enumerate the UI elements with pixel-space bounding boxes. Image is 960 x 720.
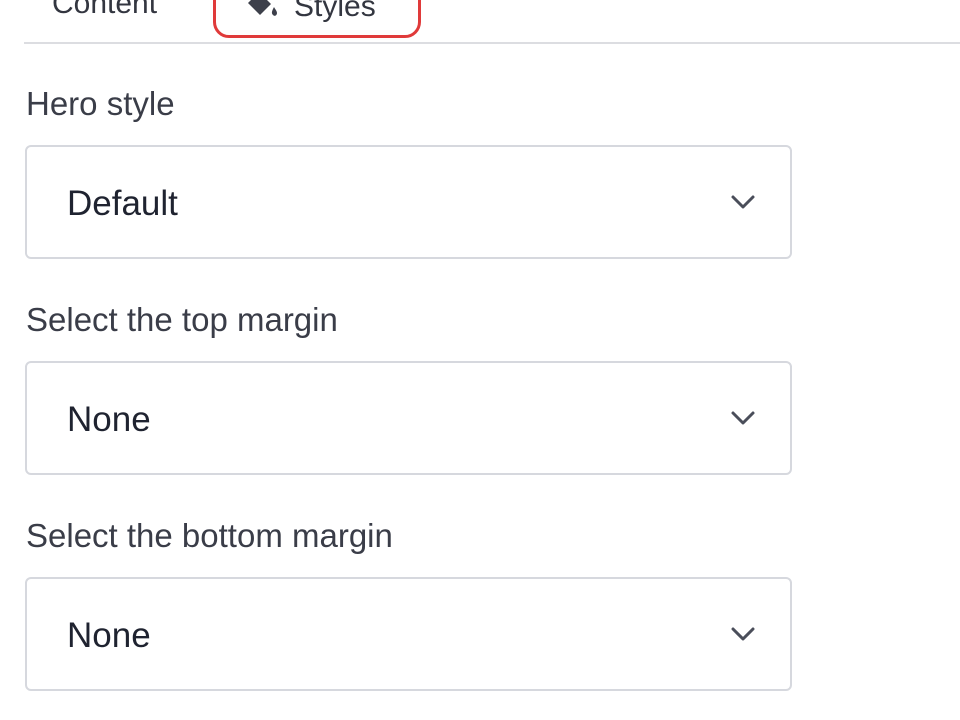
chevron-down-icon <box>731 411 755 425</box>
bottom-margin-select[interactable]: None <box>25 577 792 691</box>
top-margin-select[interactable]: None <box>25 361 792 475</box>
styles-panel: Content Styles Hero style Default Select… <box>0 0 960 720</box>
top-margin-label: Select the top margin <box>26 301 338 338</box>
paint-bucket-icon <box>248 0 277 16</box>
tab-divider <box>24 42 960 44</box>
bottom-margin-label: Select the bottom margin <box>26 517 393 554</box>
bottom-margin-value: None <box>67 616 151 655</box>
tab-bar: Content Styles <box>0 0 960 44</box>
chevron-down-icon <box>731 195 755 209</box>
tab-styles[interactable]: Styles <box>213 0 421 38</box>
hero-style-select[interactable]: Default <box>25 145 792 259</box>
tab-content[interactable]: Content <box>52 0 157 22</box>
tab-styles-label: Styles <box>294 0 376 23</box>
top-margin-value: None <box>67 400 151 439</box>
chevron-down-icon <box>731 627 755 641</box>
hero-style-label: Hero style <box>26 85 175 122</box>
hero-style-value: Default <box>67 184 178 223</box>
